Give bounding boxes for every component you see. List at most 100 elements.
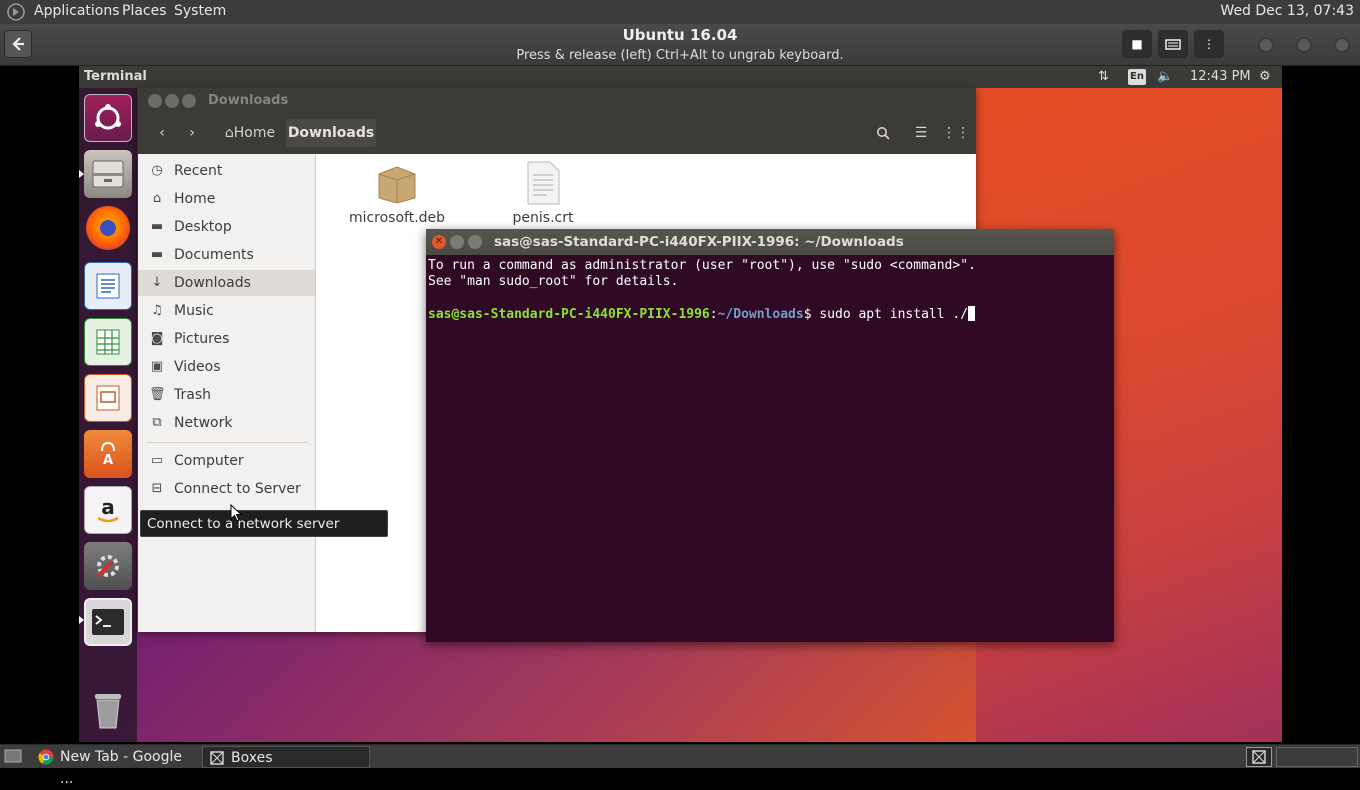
gnome-foot-icon[interactable] xyxy=(6,3,26,21)
file-item[interactable]: penis.crt xyxy=(483,161,603,226)
mouse-pointer-icon xyxy=(230,503,243,522)
guest-screen[interactable]: Terminal ⇅ En 🔈 12:43 PM ⚙ A a Downloads… xyxy=(79,66,1282,742)
terminal-titlebar[interactable]: ✕ sas@sas-Standard-PC-i440FX-PIIX-1996: … xyxy=(426,229,1114,255)
sidebar-item-downloads[interactable]: ↓ Downloads xyxy=(138,270,315,296)
camera-icon: ◙ xyxy=(150,331,164,346)
computer-icon: ▭ xyxy=(150,453,164,468)
taskbar-label: Boxes xyxy=(231,750,273,766)
files-toolbar: ‹ › ⌂Home Downloads ☰ ⋮⋮ xyxy=(138,114,976,154)
home-icon: ⌂ xyxy=(152,191,162,206)
workspace-switcher-icon[interactable] xyxy=(1246,747,1272,767)
terminal-output[interactable]: To run a command as administrator (user … xyxy=(426,255,1114,642)
software-center-icon[interactable]: A xyxy=(84,430,132,478)
terminal-icon[interactable] xyxy=(84,598,132,646)
maximize-icon[interactable] xyxy=(1296,37,1312,53)
terminal-line: To run a command as administrator (user … xyxy=(428,258,976,273)
sidebar-item-desktop[interactable]: ▬ Desktop xyxy=(138,214,315,240)
stop-icon[interactable]: ■ xyxy=(1122,30,1152,58)
download-icon: ↓ xyxy=(151,275,163,290)
system-settings-icon[interactable] xyxy=(84,542,132,590)
sidebar-item-trash[interactable]: 🗑 Trash xyxy=(138,382,315,408)
gear-icon[interactable]: ⚙ xyxy=(1259,69,1271,84)
terminal-title: sas@sas-Standard-PC-i440FX-PIIX-1996: ~/… xyxy=(494,234,904,250)
file-name: penis.crt xyxy=(512,210,574,226)
active-app-name: Terminal xyxy=(84,69,147,84)
files-titlebar[interactable]: Downloads xyxy=(138,88,976,114)
language-indicator[interactable]: En xyxy=(1128,69,1146,85)
minimize-icon[interactable] xyxy=(450,235,464,249)
writer-icon[interactable] xyxy=(84,262,132,310)
text-file-icon xyxy=(527,161,560,205)
sidebar-item-pictures[interactable]: ◙ Pictures xyxy=(138,326,315,352)
svg-text:A: A xyxy=(103,453,113,468)
trash-icon[interactable] xyxy=(84,686,132,734)
ubuntu-dash-icon[interactable] xyxy=(84,94,132,142)
folder-icon: ▬ xyxy=(150,247,164,262)
vm-title: Ubuntu 16.04 xyxy=(622,26,738,44)
guest-clock[interactable]: 12:43 PM xyxy=(1190,69,1251,84)
back-icon[interactable]: ‹ xyxy=(152,119,172,147)
sidebar-item-home[interactable]: ⌂ Home xyxy=(138,186,315,212)
host-taskbar: New Tab - Google ... Boxes xyxy=(0,744,1360,787)
sidebar-item-connect-to-server[interactable]: ⊟ Connect to Server xyxy=(138,476,315,502)
ungrab-hint: Press & release (left) Ctrl+Alt to ungra… xyxy=(516,48,844,63)
host-clock[interactable]: Wed Dec 13, 07:43 xyxy=(1220,3,1354,19)
volume-icon[interactable]: 🔈 xyxy=(1157,69,1173,84)
sidebar-item-recent[interactable]: ◷ Recent xyxy=(138,158,315,184)
impress-icon[interactable] xyxy=(84,374,132,422)
unity-launcher: A a xyxy=(79,88,137,742)
maximize-icon[interactable] xyxy=(182,94,196,108)
files-icon[interactable] xyxy=(84,150,132,198)
terminal-window[interactable]: ✕ sas@sas-Standard-PC-i440FX-PIIX-1996: … xyxy=(426,229,1114,642)
terminal-prompt-line[interactable]: sas@sas-Standard-PC-i440FX-PIIX-1996:~/D… xyxy=(428,306,1112,323)
system-menu[interactable]: System xyxy=(174,3,226,19)
command-input[interactable]: sudo apt install ./ xyxy=(819,307,968,322)
taskbar-label: New Tab - Google ... xyxy=(60,749,183,787)
taskbar-item-chrome[interactable]: New Tab - Google ... xyxy=(32,746,198,787)
sidebar-item-music[interactable]: ♫ Music xyxy=(138,298,315,324)
boxes-icon xyxy=(209,750,225,766)
terminal-line: See "man sudo_root" for details. xyxy=(428,274,679,289)
chrome-icon xyxy=(38,749,54,765)
sidebar-item-network[interactable]: ⧉ Network xyxy=(138,410,315,436)
search-icon[interactable] xyxy=(872,119,894,147)
sidebar-item-videos[interactable]: ▣ Videos xyxy=(138,354,315,380)
close-icon[interactable] xyxy=(1334,37,1350,53)
guest-top-panel: Terminal ⇅ En 🔈 12:43 PM ⚙ xyxy=(79,66,1282,88)
file-item[interactable]: microsoft.deb xyxy=(337,164,457,226)
clock-icon: ◷ xyxy=(151,163,163,178)
minimize-icon[interactable] xyxy=(1258,37,1274,53)
show-desktop-icon[interactable] xyxy=(4,748,22,764)
grid-view-icon[interactable]: ⋮⋮ xyxy=(942,119,970,147)
taskbar-item-boxes[interactable]: Boxes xyxy=(202,746,370,768)
network-icon: ⧉ xyxy=(152,415,162,430)
tooltip: Connect to a network server address xyxy=(140,510,388,559)
keyboard-icon[interactable] xyxy=(1158,30,1188,58)
maximize-icon[interactable] xyxy=(468,235,482,249)
sidebar-item-computer[interactable]: ▭ Computer xyxy=(138,448,315,474)
amazon-icon[interactable]: a xyxy=(84,486,132,534)
close-icon[interactable] xyxy=(148,94,162,108)
places-menu[interactable]: Places xyxy=(122,3,167,19)
path-home-button[interactable]: ⌂Home xyxy=(220,119,280,147)
close-icon[interactable]: ✕ xyxy=(432,235,446,249)
workspace-2[interactable] xyxy=(1276,747,1358,767)
prompt-symbol: $ xyxy=(803,307,820,322)
text-cursor xyxy=(968,306,976,321)
calc-icon[interactable] xyxy=(84,318,132,366)
menu-icon[interactable]: ⋮ xyxy=(1194,30,1224,58)
sidebar-item-documents[interactable]: ▬ Documents xyxy=(138,242,315,268)
firefox-icon[interactable] xyxy=(86,206,130,250)
network-transfer-icon[interactable]: ⇅ xyxy=(1098,69,1109,84)
path-downloads-button[interactable]: Downloads xyxy=(286,119,376,147)
path-home-label: Home xyxy=(233,125,276,141)
package-icon xyxy=(378,166,416,204)
home-icon: ⌂ xyxy=(224,125,234,141)
list-view-icon[interactable]: ☰ xyxy=(910,119,932,147)
applications-menu[interactable]: Applications xyxy=(34,3,120,19)
trash-icon: 🗑 xyxy=(149,387,166,402)
minimize-icon[interactable] xyxy=(165,94,179,108)
svg-text:a: a xyxy=(101,495,115,519)
forward-icon[interactable]: › xyxy=(182,119,202,147)
